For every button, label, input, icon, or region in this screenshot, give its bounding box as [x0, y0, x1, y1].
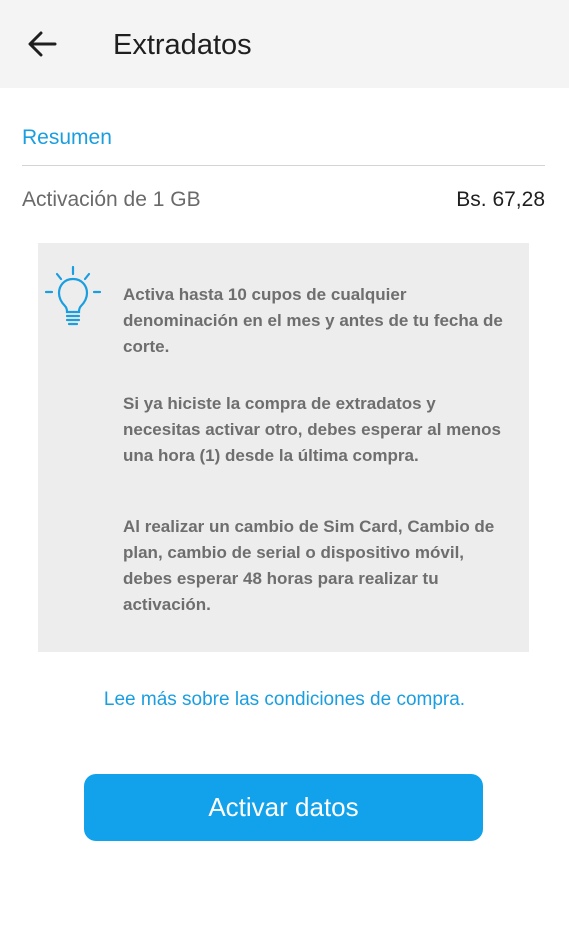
lightbulb-icon — [44, 265, 102, 326]
info-paragraph: Al realizar un cambio de Sim Card, Cambi… — [123, 517, 495, 614]
summary-section-title: Resumen — [22, 126, 112, 149]
purchase-conditions-link[interactable]: Lee más sobre las condiciones de compra. — [0, 686, 569, 714]
summary-item-price: Bs. 67,28 — [456, 188, 545, 211]
arrow-left-icon — [28, 31, 57, 57]
back-button[interactable] — [20, 24, 64, 64]
activate-data-button[interactable]: Activar datos — [84, 774, 483, 841]
info-paragraph: Si ya hiciste la compra de extradatos y … — [123, 394, 501, 465]
summary-item-label: Activación de 1 GB — [22, 188, 201, 211]
summary-row: Activación de 1 GB Bs. 67,28 — [22, 185, 545, 215]
divider — [22, 165, 545, 166]
app-bar: Extradatos — [0, 0, 569, 88]
page-title: Extradatos — [113, 29, 252, 61]
info-paragraph: Activa hasta 10 cupos de cualquier denom… — [123, 285, 503, 356]
info-box: Activa hasta 10 cupos de cualquier denom… — [38, 243, 529, 652]
